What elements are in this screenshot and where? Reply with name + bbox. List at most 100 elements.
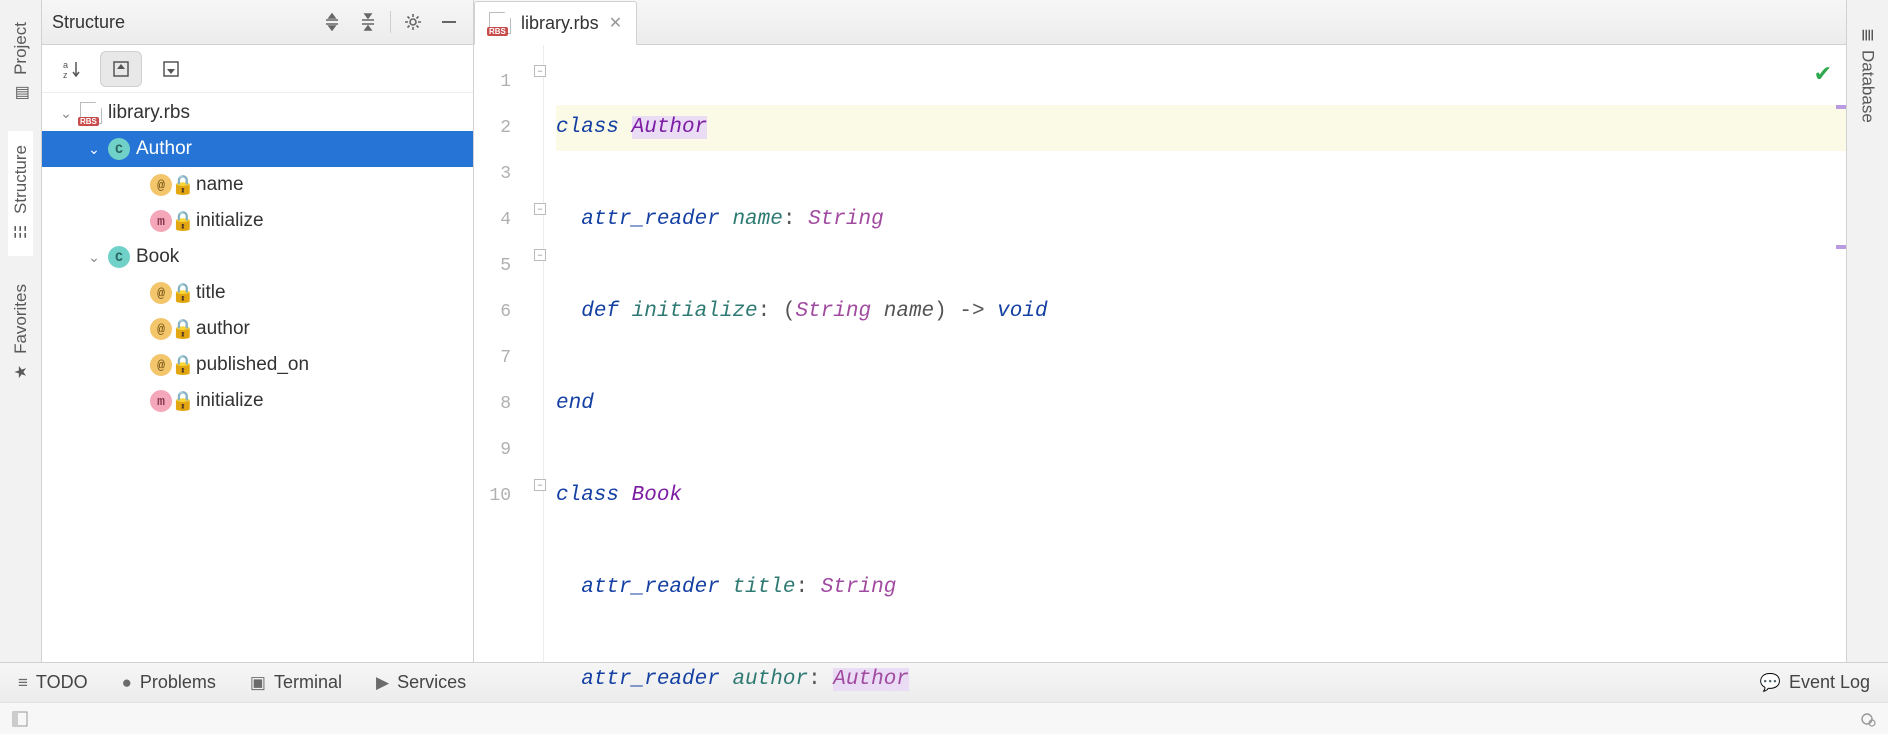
line-number: 4 [474,197,511,243]
expand-all-icon[interactable] [318,8,346,36]
tree-method-node[interactable]: m 🔒 initialize [42,203,473,239]
structure-icon: ☷ [11,225,31,239]
code-line: class Book [556,473,1846,519]
rbs-file-icon: RBS [489,12,511,34]
field-badge-icon: @ [150,354,172,376]
tree-class-node-author[interactable]: ⌄ C Author [42,131,473,167]
field-badge-icon: @ [150,282,172,304]
hide-panel-icon[interactable] [435,8,463,36]
autoscroll-to-source-button[interactable] [100,51,142,87]
play-icon: ▶ [376,673,389,693]
code-line: attr_reader name: String [556,197,1846,243]
sidebar-tab-label: Favorites [11,284,31,354]
field-badge-icon: @ [150,318,172,340]
marker[interactable] [1836,245,1846,249]
windows-icon[interactable] [10,709,30,729]
inspection-ok-icon[interactable]: ✔ [1814,61,1832,87]
error-stripe[interactable] [1832,45,1846,662]
rbs-file-icon: RBS [80,102,102,124]
lock-icon: 🔒 [176,178,190,192]
sort-alpha-button[interactable]: az [50,51,92,87]
ide-settings-icon[interactable] [1858,709,1878,729]
toolwindow-label: Terminal [274,672,342,693]
collapse-all-icon[interactable] [354,8,382,36]
panel-title: Structure [52,12,125,33]
editor-tab[interactable]: RBS library.rbs ✕ [474,1,637,45]
tree-attr-node[interactable]: @ 🔒 name [42,167,473,203]
line-number: 1 [474,59,511,105]
line-number: 10 [474,473,511,519]
method-badge-icon: m [150,210,172,232]
tree-method-node[interactable]: m 🔒 initialize [42,383,473,419]
sidebar-tab-favorites[interactable]: ★ Favorites [9,270,33,396]
chevron-down-icon: ⌄ [86,141,102,158]
line-number-gutter: 1 2 3 4 5 6 7 8 9 10 [474,45,544,662]
tree-node-label: title [196,282,226,304]
toolwindow-problems[interactable]: ● Problems [122,672,216,693]
editor-tab-label: library.rbs [521,13,599,34]
tree-node-label: initialize [196,390,264,412]
structure-panel: Structure az [42,0,474,662]
tree-attr-node[interactable]: @ 🔒 published_on [42,347,473,383]
lock-icon: 🔒 [176,358,190,372]
line-number: 7 [474,335,511,381]
code-line: attr_reader title: String [556,565,1846,611]
tree-node-label: Author [136,138,192,160]
tree-attr-node[interactable]: @ 🔒 title [42,275,473,311]
star-icon: ★ [11,365,31,379]
list-icon: ≡ [18,673,28,693]
line-number: 6 [474,289,511,335]
line-number: 3 [474,151,511,197]
tree-file-node[interactable]: ⌄ RBS library.rbs [42,95,473,131]
tree-node-label: author [196,318,250,340]
warning-icon: ● [122,673,132,693]
sidebar-tab-label: Database [1858,50,1878,123]
terminal-icon: ▣ [250,673,266,693]
toolwindow-services[interactable]: ▶ Services [376,672,466,693]
close-icon[interactable]: ✕ [609,13,622,33]
line-number: 5 [474,243,511,289]
code-line: end [556,381,1846,427]
tree-node-label: Book [136,246,179,268]
tree-attr-node[interactable]: @ 🔒 author [42,311,473,347]
lock-icon: 🔒 [176,214,190,228]
sidebar-tab-project[interactable]: ▥ Project [9,8,33,117]
line-number: 2 [474,105,511,151]
structure-tree: ⌄ RBS library.rbs ⌄ C Author @ 🔒 name m … [42,93,473,662]
lock-icon: 🔒 [176,286,190,300]
tree-node-label: name [196,174,244,196]
sidebar-tab-label: Project [11,22,31,75]
toolbar-separator [390,11,391,33]
class-badge-icon: C [108,246,130,268]
gear-icon[interactable] [399,8,427,36]
field-badge-icon: @ [150,174,172,196]
toolwindow-terminal[interactable]: ▣ Terminal [250,672,342,693]
toolwindow-todo[interactable]: ≡ TODO [18,672,88,693]
chevron-down-icon: ⌄ [86,249,102,266]
svg-text:a: a [63,60,68,70]
toolwindow-label: Problems [140,672,216,693]
sidebar-tab-structure[interactable]: ☷ Structure [8,131,33,256]
tree-class-node-book[interactable]: ⌄ C Book [42,239,473,275]
project-icon: ▥ [11,85,31,100]
line-number: 9 [474,427,511,473]
code-editor[interactable]: 1 2 3 4 5 6 7 8 9 10 − − − − class Autho… [474,45,1846,662]
marker[interactable] [1836,105,1846,109]
lock-icon: 🔒 [176,322,190,336]
tree-node-label: library.rbs [108,102,190,124]
method-badge-icon: m [150,390,172,412]
code-line: attr_reader author: Author [556,657,1846,703]
class-badge-icon: C [108,138,130,160]
tree-node-label: published_on [196,354,309,376]
database-icon: ≣ [1858,28,1878,42]
line-number: 8 [474,381,511,427]
sidebar-tab-label: Structure [11,145,31,214]
autoscroll-from-source-button[interactable] [150,51,192,87]
toolwindow-label: Services [397,672,466,693]
toolwindow-label: TODO [36,672,88,693]
svg-text:z: z [63,70,68,80]
sidebar-tab-database[interactable]: ≣ Database [1856,24,1880,127]
tree-node-label: initialize [196,210,264,232]
lock-icon: 🔒 [176,394,190,408]
editor-tab-bar: RBS library.rbs ✕ [474,0,1846,45]
